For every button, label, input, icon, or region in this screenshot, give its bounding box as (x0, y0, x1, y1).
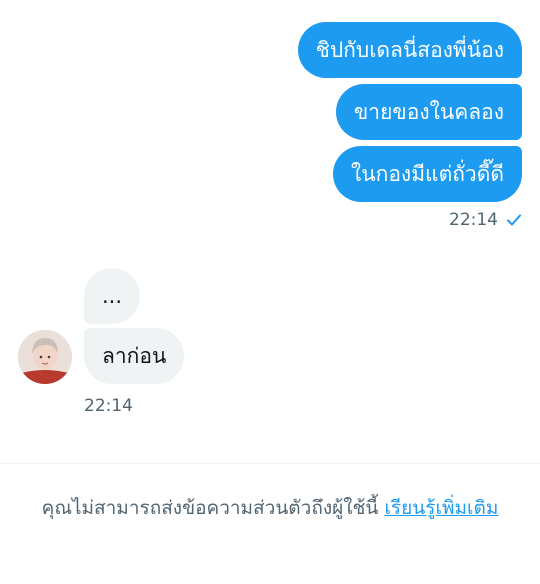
check-icon (506, 212, 522, 228)
divider (0, 463, 540, 464)
sent-message-bubble[interactable]: ชิปกับเดลนี่สองพี่น้อง (297, 22, 522, 78)
dm-restriction-notice: คุณไม่สามารถส่งข้อความส่วนตัวถึงผู้ใช้นี… (20, 494, 520, 522)
sent-message-text: ชิปกับเดลนี่สองพี่น้อง (315, 38, 504, 62)
dm-restriction-text: คุณไม่สามารถส่งข้อความส่วนตัวถึงผู้ใช้นี… (41, 497, 385, 519)
received-message-text: ลาก่อน (102, 344, 167, 368)
avatar[interactable] (18, 330, 72, 384)
sent-message-text: ในกองมีแต่ถั่วดี๊ดี (351, 162, 504, 186)
sent-message-bubble[interactable]: ในกองมีแต่ถั่วดี๊ดี (333, 146, 522, 202)
sent-message-meta: 22:14 (449, 210, 522, 230)
received-message-text: ... (102, 284, 123, 308)
learn-more-link[interactable]: เรียนรู้เพิ่มเติม (384, 497, 498, 519)
sent-timestamp: 22:14 (449, 210, 498, 230)
received-message-bubble[interactable]: ลาก่อน (84, 328, 185, 384)
received-timestamp: 22:14 (84, 396, 133, 416)
sent-message-bubble[interactable]: ขายของในคลอง (335, 84, 522, 140)
sent-message-text: ขายของในคลอง (353, 100, 504, 124)
received-message-bubble[interactable]: ... (84, 268, 141, 324)
